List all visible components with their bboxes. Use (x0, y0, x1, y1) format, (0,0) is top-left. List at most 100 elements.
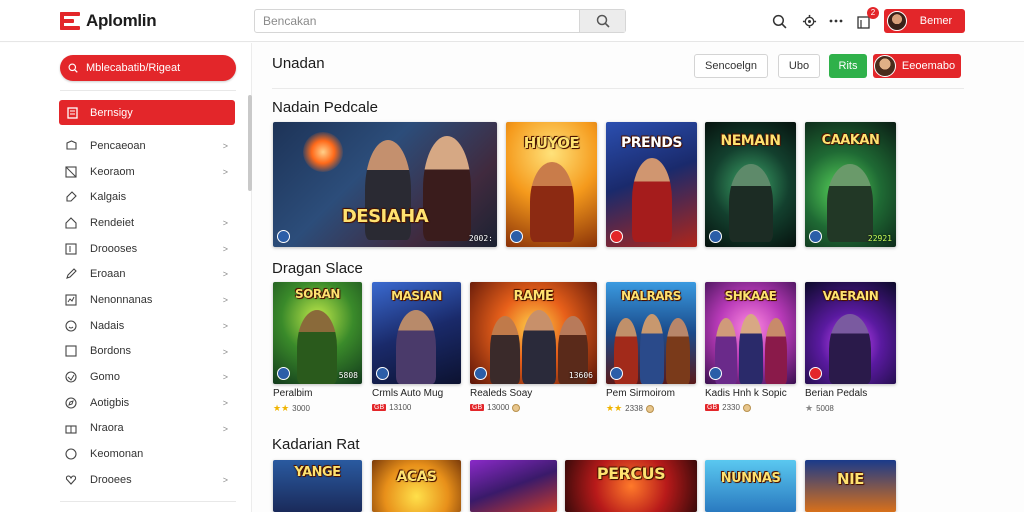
sidebar: Mblecabatib/Rigeat Bernsigy Pencaeoan > K… (0, 43, 252, 512)
sidebar-item-5[interactable]: Droooses > (64, 236, 234, 262)
game-art-title: NIE (837, 470, 864, 488)
game-tile[interactable]: NALRARS (606, 282, 696, 384)
game-stat: 13606 (568, 371, 593, 380)
sidebar-item-label: Pencaeoan (90, 139, 146, 152)
settings-button[interactable] (798, 9, 820, 33)
game-title[interactable]: Berian Pedals (805, 388, 867, 399)
game-tile[interactable]: NIE (805, 460, 896, 512)
game-tile[interactable]: NEMAIN (705, 122, 796, 247)
book-icon (64, 242, 78, 256)
game-tile[interactable]: NUNNAS (705, 460, 796, 512)
game-art-title: HUYOE (523, 134, 580, 152)
sidebar-item-label: Nraora (90, 422, 124, 435)
user-button-label: Eeoemabo (901, 60, 956, 72)
game-tile[interactable]: HUYOE (506, 122, 597, 247)
game-tile[interactable] (470, 460, 557, 512)
rating-tag-icon: GB (372, 404, 387, 411)
app-logo[interactable]: Aplomlin (60, 10, 157, 32)
sidebar-item-6[interactable]: Eroaan > (64, 261, 234, 287)
sidebar-item-11[interactable]: Aotigbis > (64, 390, 234, 416)
game-art-title: RAME (513, 289, 554, 304)
header-divider (272, 88, 964, 89)
circle-icon (64, 447, 78, 461)
game-tile[interactable]: PRENDS (606, 122, 697, 247)
gift-icon (64, 421, 78, 435)
green-button[interactable]: Rits (829, 54, 867, 78)
game-meta: GB 2330 (705, 403, 751, 412)
sidebar-primary-button[interactable]: Mblecabatib/Rigeat (60, 55, 236, 81)
chevron-right-icon: > (222, 474, 228, 485)
game-title[interactable]: Realeds Soay (470, 388, 532, 399)
sidebar-item-3[interactable]: Kalgais (64, 184, 234, 210)
game-title[interactable]: Pem Sirmoirom (606, 388, 675, 399)
coin-icon (512, 403, 521, 412)
sidebar-item-label: Droooses (90, 242, 138, 255)
search-button[interactable] (579, 10, 625, 32)
chevron-right-icon: > (222, 269, 228, 280)
game-tile[interactable]: RAME 13606 (470, 282, 597, 384)
platform-badge (474, 367, 487, 380)
game-title[interactable]: Kadis Hnh k Sopic (705, 388, 787, 399)
sidebar-item-12[interactable]: Nraora > (64, 416, 234, 442)
sidebar-item-label: Nadais (90, 319, 125, 332)
chevron-right-icon: > (222, 141, 228, 151)
search-toggle-button[interactable] (768, 9, 790, 33)
game-tile[interactable]: PERCUS (565, 460, 697, 512)
square-icon (64, 344, 78, 358)
profile-label: Bemer (919, 15, 953, 27)
search-icon (772, 14, 786, 28)
secondary-button[interactable]: Sencoelgn (694, 54, 768, 78)
chevron-right-icon: > (222, 372, 228, 383)
sidebar-item-9[interactable]: Bordons > (64, 339, 234, 365)
game-tile[interactable]: SORAN 5808 (273, 282, 362, 384)
profile-button[interactable]: Bemer (884, 9, 965, 33)
star-icon: ★ (805, 403, 814, 413)
sidebar-item-10[interactable]: Gomo > (64, 364, 234, 390)
game-meta: ★ 5008 (805, 403, 834, 414)
game-tile[interactable]: YANGE (273, 460, 362, 512)
document-icon (67, 106, 78, 119)
platform-badge (809, 230, 822, 243)
sidebar-list: Pencaeoan > Keoraom > Kalgais Rendeiet > Dr… (64, 133, 234, 493)
sidebar-scrollbar[interactable] (248, 95, 252, 191)
page-title: Unadan (272, 55, 325, 72)
compass-icon (64, 396, 78, 410)
game-meta-value: 3000 (292, 404, 310, 413)
avatar (874, 55, 896, 77)
chevron-right-icon: > (222, 295, 228, 306)
sidebar-item-1[interactable]: Pencaeoan > (64, 133, 234, 159)
search-icon (596, 14, 610, 28)
sidebar-divider (60, 90, 236, 91)
sidebar-item-active[interactable]: Bernsigy (59, 100, 235, 125)
game-tile[interactable]: DESIAHA 2002: (273, 122, 497, 247)
sidebar-item-14[interactable]: Drooees > (64, 467, 234, 493)
sidebar-primary-label: Mblecabatib/Rigeat (86, 62, 181, 74)
search-input[interactable] (255, 10, 579, 32)
sidebar-item-2[interactable]: Keoraom > (64, 159, 234, 185)
sidebar-item-13[interactable]: Keomonan (64, 441, 234, 467)
game-title[interactable]: Crmls Auto Mug (372, 388, 443, 399)
sidebar-item-8[interactable]: Nadais > (64, 313, 234, 339)
tertiary-button[interactable]: Ubo (778, 54, 820, 78)
game-stat: 2002: (468, 234, 493, 243)
game-tile[interactable]: MASIAN (372, 282, 461, 384)
chevron-right-icon: > (222, 166, 228, 177)
platform-badge (277, 230, 290, 243)
star-icon: ★★ (273, 403, 290, 413)
game-tile[interactable]: VAERAIN (805, 282, 896, 384)
game-title[interactable]: Peralbim (273, 388, 312, 399)
game-meta: GB 13000 (470, 403, 521, 412)
game-tile[interactable]: SHKAAE (705, 282, 796, 384)
game-tile[interactable]: CAAKAN 22921 (805, 122, 896, 247)
user-button[interactable]: Eeoemabo (873, 54, 961, 78)
gear-icon (802, 14, 816, 28)
game-tile[interactable]: ACAS (372, 460, 461, 512)
platform-badge (709, 367, 722, 380)
notifications-button[interactable]: 2 (852, 7, 879, 33)
more-button[interactable] (826, 9, 846, 33)
platform-badge (376, 367, 389, 380)
rating-tag-icon: GB (705, 404, 720, 411)
sidebar-item-4[interactable]: Rendeiet > (64, 210, 234, 236)
sidebar-item-7[interactable]: Nenonnanas > (64, 287, 234, 313)
notification-badge: 2 (867, 7, 879, 19)
